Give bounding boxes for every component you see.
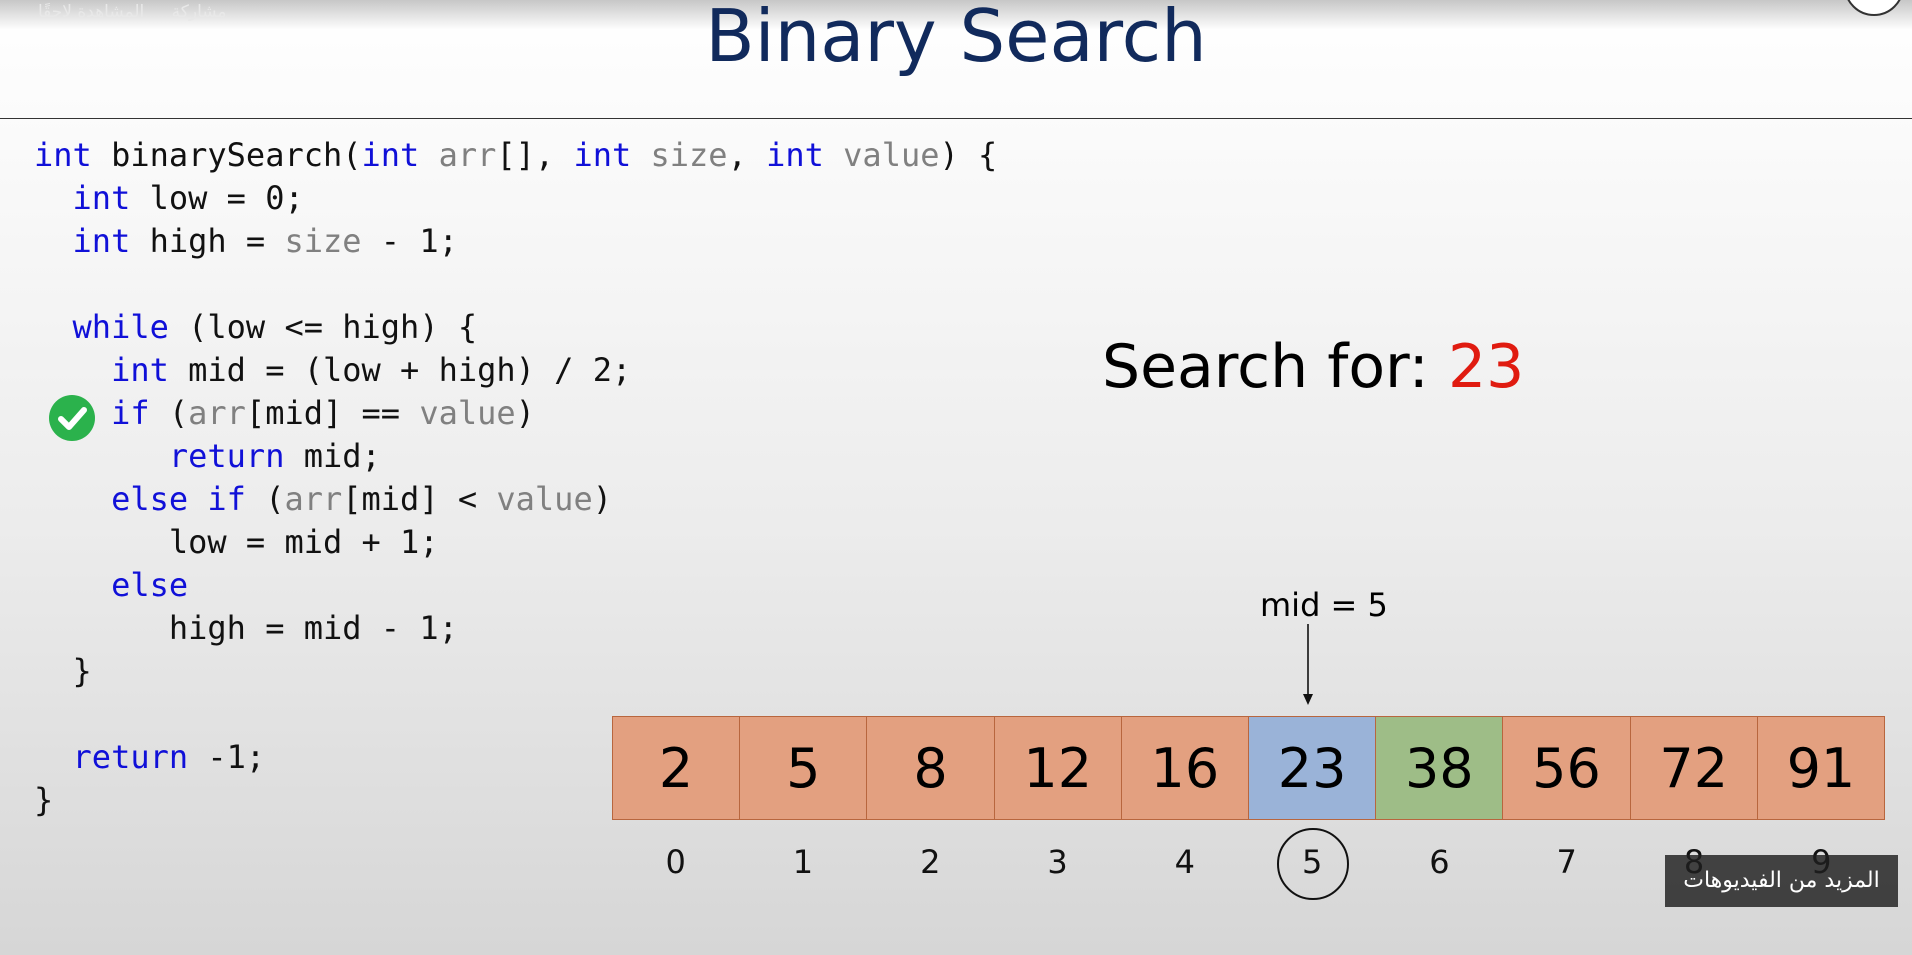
more-videos-button[interactable]: المزيد من الفيديوهات xyxy=(1665,855,1898,907)
code-text: mid; xyxy=(284,437,381,475)
code-line: int mid = (low + high) / 2; xyxy=(34,349,997,392)
array-index: 6 xyxy=(1429,843,1450,881)
code-line: high = mid - 1; xyxy=(34,607,997,650)
code-keyword: while xyxy=(72,308,169,346)
code-text: - 1; xyxy=(361,222,458,260)
code-line: low = mid + 1; xyxy=(34,521,997,564)
code-line: else xyxy=(34,564,997,607)
code-line: int high = size - 1; xyxy=(34,220,997,263)
slide-title: Binary Search xyxy=(705,0,1207,78)
code-param: value xyxy=(419,394,516,432)
code-text: ) { xyxy=(939,136,998,174)
code-line: if (arr[mid] == value) xyxy=(34,392,997,435)
search-prefix: Search for: xyxy=(1102,332,1448,402)
mid-label: mid = 5 xyxy=(1260,586,1388,624)
array-cell: 12 xyxy=(994,716,1122,820)
array-index: 0 xyxy=(665,843,686,881)
code-text: -1; xyxy=(188,738,266,776)
code-text: low = 0; xyxy=(130,179,304,217)
code-keyword: int xyxy=(573,136,632,174)
code-text: ( xyxy=(245,480,285,518)
code-text: , xyxy=(727,136,767,174)
code-keyword: if xyxy=(111,394,150,432)
code-text: mid = (low + high) / 2; xyxy=(168,351,632,389)
code-text: binarySearch( xyxy=(91,136,362,174)
search-value: 23 xyxy=(1447,332,1525,402)
code-keyword: int xyxy=(766,136,824,174)
code-keyword: int xyxy=(34,136,92,174)
code-text: [], xyxy=(496,136,574,174)
code-line: } xyxy=(34,650,997,693)
code-text: ) xyxy=(515,394,535,432)
array-index: 7 xyxy=(1556,843,1577,881)
code-text: (low <= high) { xyxy=(168,308,478,346)
code-text: } xyxy=(34,652,92,690)
code-text: low = mid + 1; xyxy=(34,523,439,561)
code-keyword: int xyxy=(111,351,169,389)
code-text: high = xyxy=(130,222,285,260)
array-cells: 2 5 8 12 16 23 38 56 72 91 xyxy=(612,716,1886,820)
code-keyword: int xyxy=(72,222,131,260)
title-divider xyxy=(0,118,1912,119)
array-cell: 38 xyxy=(1376,716,1504,820)
array-cell: 16 xyxy=(1121,716,1250,820)
code-param: arr xyxy=(284,480,343,518)
code-keyword: else xyxy=(111,566,189,604)
array-index: 2 xyxy=(920,843,941,881)
code-line: int binarySearch(int arr[], int size, in… xyxy=(34,134,997,177)
array-cell: 56 xyxy=(1503,716,1631,820)
code-param: size xyxy=(650,136,728,174)
array-cell: 91 xyxy=(1757,716,1886,820)
check-circle-icon xyxy=(49,395,95,441)
code-text: [mid] == xyxy=(245,394,420,432)
code-param: arr xyxy=(188,394,246,432)
array-index: 1 xyxy=(792,843,814,881)
code-text: high = mid - 1; xyxy=(34,609,458,647)
code-param: size xyxy=(284,222,362,260)
code-keyword: int xyxy=(361,136,420,174)
code-line: while (low <= high) { xyxy=(34,306,997,349)
code-keyword: return xyxy=(72,738,189,776)
array-index: 4 xyxy=(1174,843,1196,881)
array-cell: 5 xyxy=(740,716,868,820)
code-line: return mid; xyxy=(34,435,997,478)
code-line: else if (arr[mid] < value) xyxy=(34,478,997,521)
array-cell: 72 xyxy=(1630,716,1758,820)
array-index: 3 xyxy=(1047,843,1068,881)
code-keyword: else if xyxy=(111,480,246,518)
code-text: ) xyxy=(592,480,612,518)
array-index: 5 xyxy=(1248,828,1375,900)
code-param: value xyxy=(843,136,940,174)
array-cell: 2 xyxy=(612,716,741,820)
array-cell: 8 xyxy=(867,716,995,820)
code-keyword: return xyxy=(168,437,285,475)
array-cell: 23 xyxy=(1249,716,1377,820)
code-keyword: int xyxy=(72,179,131,217)
code-text: ( xyxy=(149,394,189,432)
code-text: [mid] < xyxy=(342,480,497,518)
arrow-down-icon xyxy=(1303,624,1313,705)
search-target-label: Search for: 23 xyxy=(1102,332,1524,402)
code-text: } xyxy=(34,781,54,819)
code-param: value xyxy=(496,480,593,518)
code-param: arr xyxy=(438,136,497,174)
code-line: int low = 0; xyxy=(34,177,997,220)
